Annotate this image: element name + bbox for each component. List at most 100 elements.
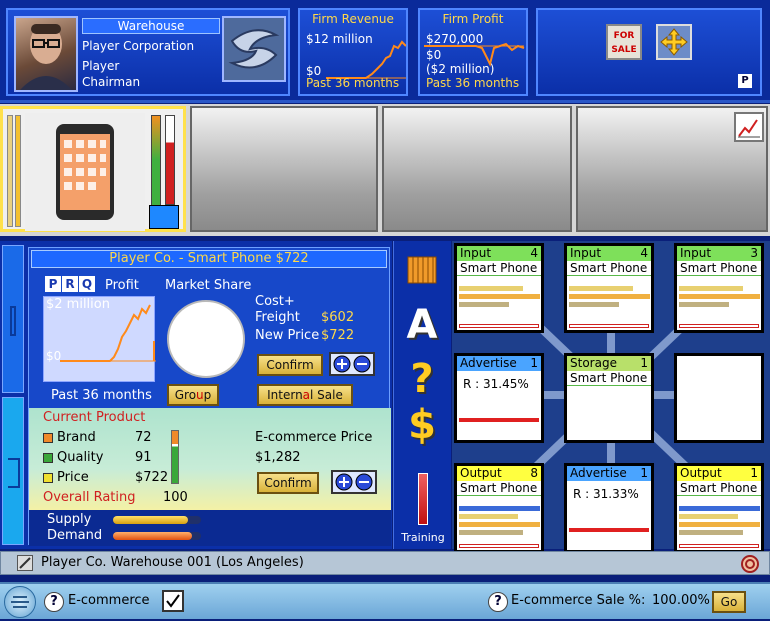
brand-row: Brand 72	[43, 430, 152, 445]
unit-subtitle: Smart Phone	[677, 261, 761, 276]
corporation-name: Player Corporation	[82, 39, 195, 53]
supply-demand-section: Supply Demand	[29, 510, 391, 546]
unit-cell-output[interactable]: Output 8 Smart Phone	[454, 463, 544, 553]
edit-icon[interactable]	[17, 555, 33, 571]
product-slot-empty-3[interactable]	[576, 106, 768, 232]
overall-rating-value: 100	[163, 490, 188, 505]
unit-cell-input[interactable]: Input 4 Smart Phone	[564, 243, 654, 333]
unit-level: 1	[640, 356, 648, 370]
product-slot-empty-2[interactable]	[382, 106, 572, 232]
unit-bar	[679, 530, 743, 535]
unit-level: 1	[750, 466, 758, 480]
firm-profit-panel[interactable]: Firm Profit $270,000 $0 ($2 million) Pas…	[418, 8, 528, 96]
unit-bar	[569, 286, 633, 291]
go-button[interactable]: Go	[712, 591, 746, 613]
ecommerce-sale-label: E-commerce Sale %:	[511, 593, 646, 608]
finance-button[interactable]: $	[402, 403, 442, 447]
p-badge[interactable]: P	[738, 74, 752, 88]
unit-cell-input[interactable]: Input 3 Smart Phone	[674, 243, 764, 333]
target-button[interactable]	[741, 555, 759, 573]
unit-level: 4	[530, 246, 538, 260]
minus-icon[interactable]	[353, 355, 371, 373]
slot-color-swatch	[149, 205, 179, 229]
brand-swatch	[43, 432, 53, 443]
swirl-logo-icon	[228, 29, 280, 69]
for-sale-button[interactable]: FOR SALE	[606, 24, 642, 60]
confirm-price-button[interactable]: Confirm	[257, 354, 323, 376]
unit-header: Output 1	[677, 466, 761, 481]
unit-cell-input[interactable]: Input 4 Smart Phone	[454, 243, 544, 333]
unit-cell-advertise[interactable]: Advertise 1 R : 31.45%	[454, 353, 544, 443]
unit-header: Input 3	[677, 246, 761, 261]
plus-icon[interactable]	[333, 355, 351, 373]
price-swatch	[43, 472, 53, 483]
side-tab-2[interactable]	[2, 397, 24, 545]
help-button[interactable]: ?	[402, 357, 442, 401]
ecommerce-price-stepper[interactable]	[331, 470, 377, 494]
profit-sparkline	[60, 304, 156, 362]
tool-icons: A ? $ Training	[393, 241, 451, 549]
side-tab-1[interactable]	[2, 245, 24, 393]
product-title: Player Co. - Smart Phone $722	[31, 250, 387, 268]
new-price-label: New Price	[255, 328, 320, 343]
player-face-icon	[20, 24, 72, 90]
firm-revenue-panel[interactable]: Firm Revenue $12 million $0 Past 36 mont…	[298, 8, 408, 96]
unit-cell-advertise[interactable]: Advertise 1 R : 31.33%	[564, 463, 654, 553]
files-icon	[407, 256, 437, 284]
unit-cell-storage[interactable]: Storage 1 Smart Phone	[564, 353, 654, 443]
price-row: Price $722	[43, 470, 168, 485]
unit-cell-empty[interactable]	[674, 353, 764, 443]
unit-subtitle: Smart Phone	[567, 371, 651, 386]
corporation-panel: Warehouse Player Corporation Player Chai…	[6, 8, 290, 96]
move-button[interactable]	[656, 24, 692, 60]
product-slot-empty-1[interactable]	[190, 106, 378, 232]
firm-profit-sparkline	[424, 42, 525, 67]
pencil-icon	[19, 557, 31, 569]
brand-label: Brand	[57, 430, 96, 445]
side-tab-2-mark	[8, 458, 20, 488]
analysis-button[interactable]: A	[402, 303, 442, 347]
current-product-heading: Current Product	[43, 410, 146, 425]
advertise-bar	[569, 528, 649, 532]
demand-bar-track	[113, 532, 201, 540]
unit-bar	[569, 302, 620, 307]
price-label: Price	[57, 470, 89, 485]
menu-button[interactable]	[4, 586, 36, 618]
price-value: $722	[135, 470, 169, 485]
minus-icon[interactable]	[355, 473, 373, 491]
move-arrows-icon	[660, 28, 688, 56]
unit-level: 3	[750, 246, 758, 260]
firm-revenue-sparkline	[326, 40, 406, 79]
tab-q[interactable]: Q	[79, 276, 95, 292]
ecommerce-help-icon[interactable]: ?	[44, 592, 64, 612]
training-label[interactable]: Training	[396, 531, 450, 544]
tab-p[interactable]: P	[45, 276, 61, 292]
avatar[interactable]	[14, 16, 78, 92]
ecommerce-sale-help-icon[interactable]: ?	[488, 592, 508, 612]
group-button[interactable]: Group	[167, 384, 219, 406]
price-stepper[interactable]	[329, 352, 375, 376]
rating-bar	[171, 430, 179, 484]
unit-level: 1	[640, 466, 648, 480]
internal-sale-button[interactable]: Internal Sale	[257, 384, 353, 406]
target-icon	[741, 555, 759, 573]
unit-level: 1	[530, 356, 538, 370]
product-slot-selected[interactable]	[0, 106, 186, 232]
plus-icon[interactable]	[335, 473, 353, 491]
trend-button[interactable]	[734, 112, 764, 142]
unit-level: 8	[530, 466, 538, 480]
unit-bar	[679, 514, 738, 519]
warehouse-label: Warehouse	[82, 18, 220, 34]
ecommerce-checkbox[interactable]	[162, 590, 184, 612]
unit-bar-red	[679, 544, 759, 548]
records-button[interactable]	[404, 251, 440, 287]
demand-label: Demand	[47, 528, 103, 543]
unit-cell-output[interactable]: Output 1 Smart Phone	[674, 463, 764, 553]
tab-r[interactable]: R	[62, 276, 78, 292]
unit-bar	[679, 294, 760, 299]
ecommerce-sale-value: 100.00%	[652, 593, 710, 608]
firm-revenue-title: Firm Revenue	[312, 12, 394, 26]
footer-bar: ? E-commerce ? E-commerce Sale %: 100.00…	[0, 582, 770, 619]
corporation-logo[interactable]	[222, 16, 286, 82]
confirm-ecommerce-button[interactable]: Confirm	[257, 472, 319, 494]
